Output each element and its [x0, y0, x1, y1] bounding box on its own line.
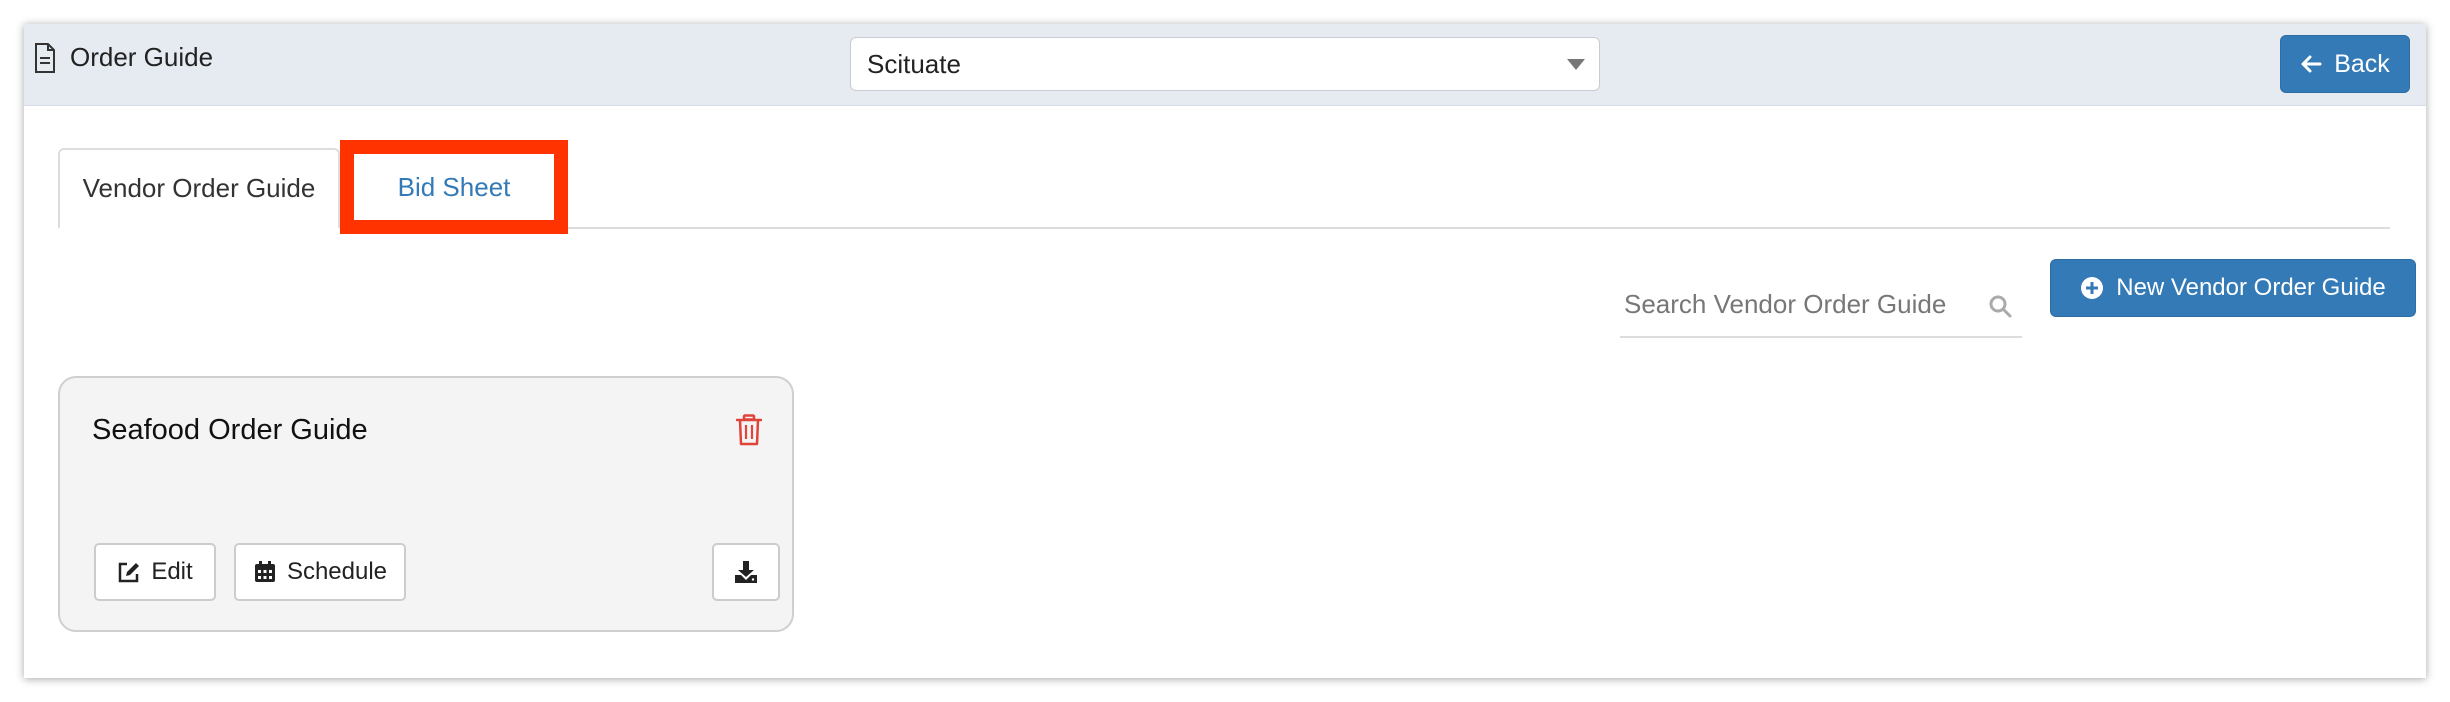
- schedule-button-label: Schedule: [286, 558, 388, 585]
- edit-icon: [119, 562, 140, 583]
- calendar-icon: [254, 561, 275, 582]
- search-input[interactable]: [1620, 272, 2022, 336]
- page-header: Order Guide Scituate Back: [24, 24, 2426, 106]
- back-button[interactable]: Back: [2280, 35, 2410, 93]
- schedule-button[interactable]: Schedule: [234, 543, 406, 601]
- order-guide-card: Seafood Order Guide Edit Schedule: [58, 376, 794, 632]
- edit-button[interactable]: Edit: [94, 543, 216, 601]
- search-field: [1620, 272, 2022, 338]
- plus-circle-icon: [2081, 277, 2104, 299]
- tab-vendor-order-guide[interactable]: Vendor Order Guide: [58, 148, 340, 229]
- download-icon: [735, 561, 757, 583]
- chevron-down-icon: [1567, 59, 1585, 70]
- arrow-left-icon: [2301, 55, 2322, 73]
- location-select-value: Scituate: [867, 48, 961, 79]
- order-guide-card-title: Seafood Order Guide: [92, 414, 368, 446]
- tab-bid-sheet[interactable]: Bid Sheet: [340, 140, 568, 234]
- page-title: Order Guide: [70, 42, 214, 72]
- trash-icon[interactable]: [736, 414, 762, 446]
- search-icon[interactable]: [1988, 294, 2012, 318]
- document-icon: [35, 42, 55, 73]
- order-guide-panel: Order Guide Scituate Back Vendor Order G…: [24, 24, 2426, 678]
- new-vendor-order-guide-button[interactable]: New Vendor Order Guide: [2050, 259, 2416, 317]
- page-title-group: Order Guide: [34, 42, 213, 73]
- location-select[interactable]: Scituate: [850, 37, 1600, 91]
- back-button-label: Back: [2334, 49, 2390, 78]
- download-button[interactable]: [712, 543, 780, 601]
- new-vendor-order-guide-label: New Vendor Order Guide: [2116, 274, 2386, 301]
- edit-button-label: Edit: [151, 558, 193, 585]
